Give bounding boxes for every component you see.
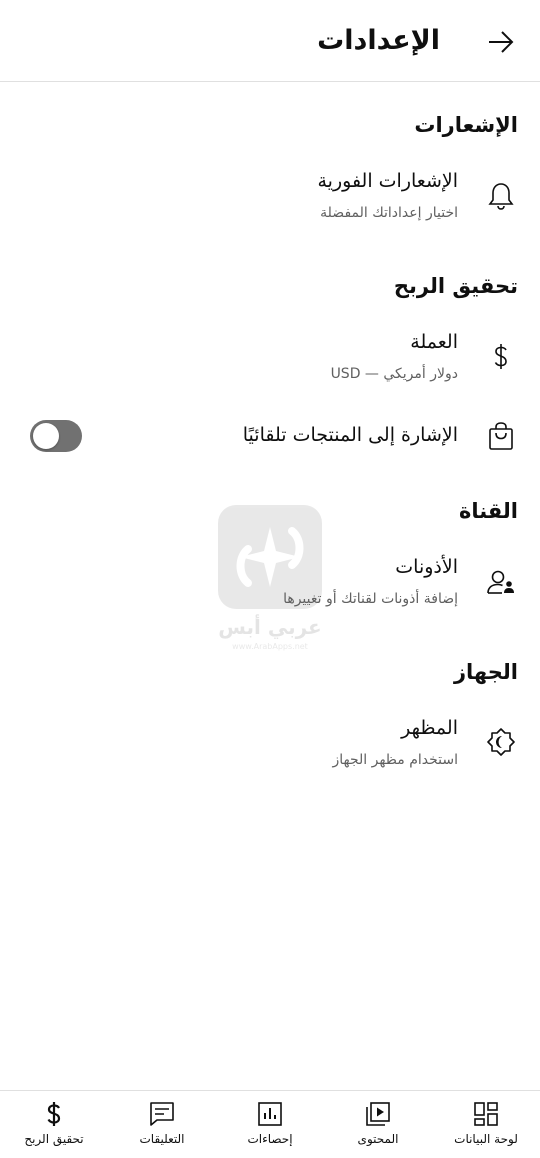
page-title: الإعدادات xyxy=(317,25,440,56)
toggle-knob xyxy=(33,423,59,449)
currency-title: العملة xyxy=(410,331,458,353)
appearance-title: المظهر xyxy=(401,717,458,739)
currency-subtitle: دولار أمريكي — USD xyxy=(330,366,458,382)
nav-dashboard[interactable]: لوحة البيانات xyxy=(432,1091,540,1158)
dollar-icon xyxy=(0,1101,108,1127)
person-add-icon xyxy=(486,567,516,597)
push-notifications-title: الإشعارات الفورية xyxy=(317,170,458,192)
section-title-device: الجهاز xyxy=(453,660,518,684)
push-notifications-subtitle: اختيار إعداداتك المفضلة xyxy=(320,205,458,221)
dollar-icon xyxy=(486,342,516,372)
push-notifications-row[interactable]: الإشعارات الفورية اختيار إعداداتك المفضل… xyxy=(0,164,540,232)
nav-dashboard-label: لوحة البيانات xyxy=(454,1132,518,1146)
nav-monetization[interactable]: تحقيق الربح xyxy=(0,1091,108,1158)
nav-monetization-label: تحقيق الربح xyxy=(24,1132,84,1146)
brightness-icon xyxy=(486,727,516,757)
comments-icon xyxy=(108,1101,216,1127)
back-button[interactable] xyxy=(484,26,518,58)
appearance-subtitle: استخدام مظهر الجهاز xyxy=(332,752,458,768)
permissions-row[interactable]: الأذونات إضافة أذونات لقناتك أو تغييرها xyxy=(0,550,540,618)
nav-content[interactable]: المحتوى xyxy=(324,1091,432,1158)
auto-product-tagging-row[interactable]: الإشارة إلى المنتجات تلقائيًا xyxy=(0,415,540,457)
permissions-subtitle: إضافة أذونات لقناتك أو تغييرها xyxy=(283,591,458,607)
appearance-row[interactable]: المظهر استخدام مظهر الجهاز xyxy=(0,711,540,779)
bottom-nav: لوحة البيانات المحتوى إحصاءات التعليقات … xyxy=(0,1090,540,1158)
nav-comments-label: التعليقات xyxy=(139,1132,185,1146)
bell-icon xyxy=(486,181,516,211)
nav-analytics[interactable]: إحصاءات xyxy=(216,1091,324,1158)
auto-product-tagging-toggle[interactable] xyxy=(30,420,82,452)
nav-analytics-label: إحصاءات xyxy=(247,1132,293,1146)
permissions-title: الأذونات xyxy=(395,556,458,578)
nav-comments[interactable]: التعليقات xyxy=(108,1091,216,1158)
dashboard-icon xyxy=(432,1101,540,1127)
section-title-channel: القناة xyxy=(458,499,518,523)
section-title-monetization: تحقيق الربح xyxy=(393,274,518,298)
arrow-right-icon xyxy=(489,31,514,53)
watermark-url: www.ArabApps.net xyxy=(232,642,308,651)
video-library-icon xyxy=(324,1101,432,1127)
app-header: الإعدادات xyxy=(0,0,540,82)
watermark-text: عربي أبس xyxy=(218,615,322,639)
analytics-icon xyxy=(216,1101,324,1127)
shopping-bag-icon xyxy=(486,421,516,451)
section-title-notifications: الإشعارات xyxy=(414,113,518,137)
auto-product-tagging-title: الإشارة إلى المنتجات تلقائيًا xyxy=(242,424,458,446)
nav-content-label: المحتوى xyxy=(357,1132,399,1146)
currency-row[interactable]: العملة دولار أمريكي — USD xyxy=(0,325,540,393)
